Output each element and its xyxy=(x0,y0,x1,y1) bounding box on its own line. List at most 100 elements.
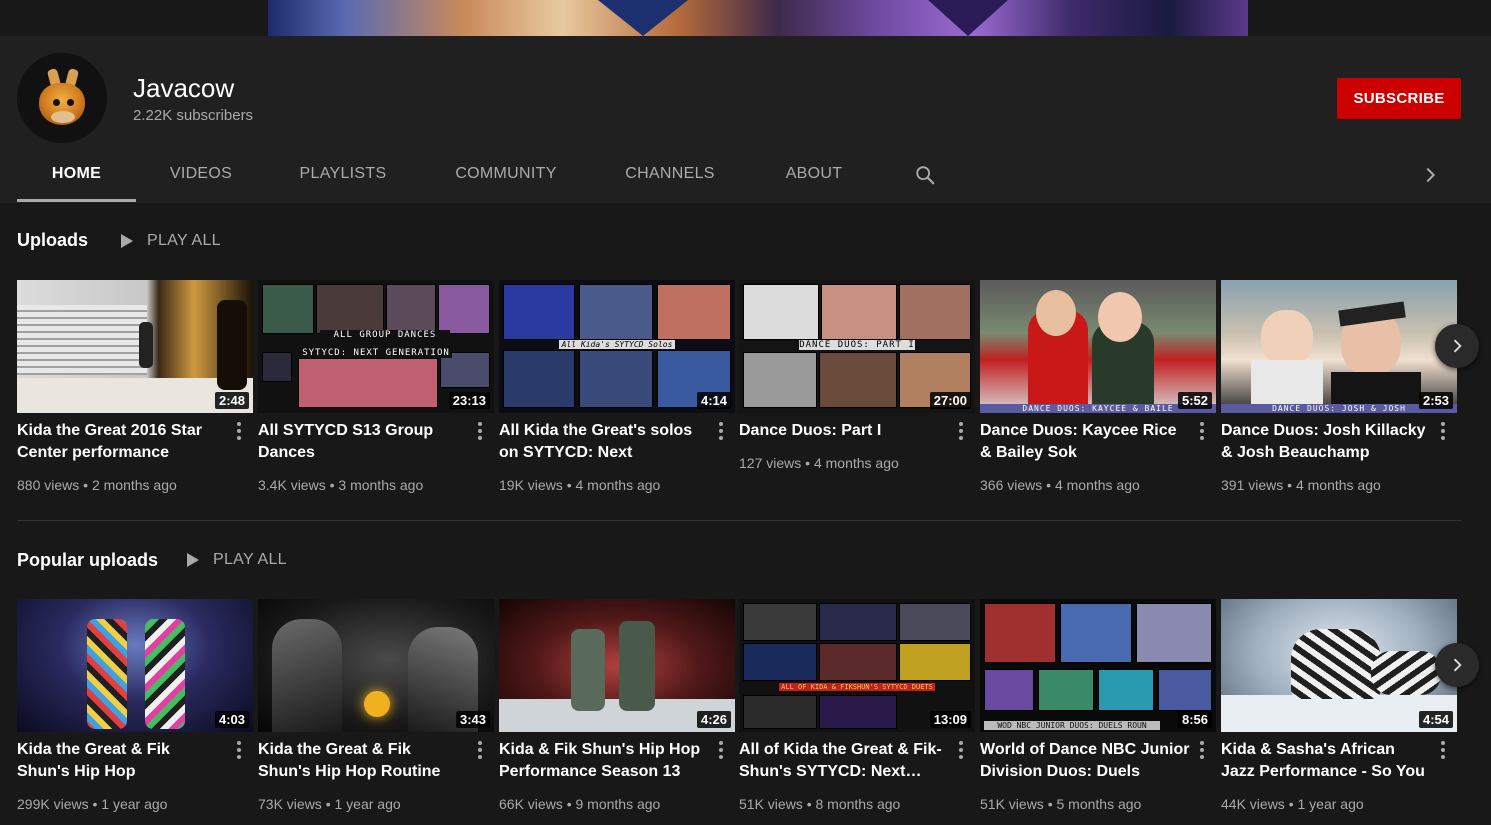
thumb-cell xyxy=(316,284,384,334)
avatar-eye xyxy=(67,99,74,106)
play-all-button[interactable]: PLAY ALL xyxy=(147,232,221,250)
play-icon[interactable] xyxy=(187,553,199,567)
video-card[interactable]: DANCE DUOS: PART I 27:00 Dance Duos: Par… xyxy=(739,280,975,510)
view-count: 391 views xyxy=(1221,477,1284,493)
video-card[interactable]: 4:54 Kida & Sasha's African Jazz Perform… xyxy=(1221,599,1457,825)
video-card[interactable]: ALL OF KIDA & FIKSHUN'S SYTYCD DUETS 13:… xyxy=(739,599,975,825)
thumb-caption: WOD NBC JUNIOR DUOS: DUELS ROUN xyxy=(984,721,1160,730)
video-thumbnail[interactable]: DANCE DUOS: KAYCEE & BAILE 5:52 xyxy=(980,280,1216,413)
channel-avatar[interactable] xyxy=(17,53,107,143)
video-thumbnail[interactable]: 3:43 xyxy=(258,599,494,732)
thumb-caption: DANCE DUOS: PART I xyxy=(799,340,915,350)
video-duration: 4:54 xyxy=(1418,711,1453,728)
video-title[interactable]: Kida the Great & Fik Shun's Hip Hop Perf… xyxy=(17,739,227,783)
video-thumbnail[interactable]: 4:03 xyxy=(17,599,253,732)
avatar-snout xyxy=(51,111,75,123)
more-vert-icon[interactable] xyxy=(719,422,723,440)
thumb-cell xyxy=(743,695,817,729)
video-title[interactable]: World of Dance NBC Junior Division Duos:… xyxy=(980,739,1190,783)
thumb-caption: ALL GROUP DANCES xyxy=(320,330,450,340)
video-meta: 366 views • 4 months ago xyxy=(980,477,1140,493)
more-vert-icon[interactable] xyxy=(237,741,241,759)
video-card[interactable]: DANCE DUOS: KAYCEE & BAILE 5:52 Dance Du… xyxy=(980,280,1216,510)
video-card[interactable]: WOD NBC JUNIOR DUOS: DUELS ROUN 8:56 Wor… xyxy=(980,599,1216,825)
more-vert-icon[interactable] xyxy=(1200,741,1204,759)
view-count: 880 views xyxy=(17,477,80,493)
video-title[interactable]: Dance Duos: Part I xyxy=(739,420,949,442)
video-title[interactable]: All Kida the Great's solos on SYTYCD: Ne… xyxy=(499,420,709,464)
video-thumbnail[interactable]: All Kida's SYTYCD Solos 4:14 xyxy=(499,280,735,413)
upload-age: 1 year ago xyxy=(334,796,401,812)
video-title[interactable]: Kida & Sasha's African Jazz Performance … xyxy=(1221,739,1431,783)
channel-header: Javacow 2.22K subscribers SUBSCRIBE HOME… xyxy=(0,36,1491,203)
thumb-caption: All Kida's SYTYCD Solos xyxy=(559,340,675,349)
video-meta: 391 views • 4 months ago xyxy=(1221,477,1381,493)
thumb-cell xyxy=(743,284,819,340)
avatar-eye xyxy=(53,99,60,106)
more-vert-icon[interactable] xyxy=(959,422,963,440)
thumb-cell xyxy=(819,695,897,729)
more-vert-icon[interactable] xyxy=(478,422,482,440)
search-icon[interactable] xyxy=(914,164,936,186)
video-card[interactable]: DANCE DUOS: JOSH & JOSH 2:53 Dance Duos:… xyxy=(1221,280,1457,510)
video-title[interactable]: Dance Duos: Kaycee Rice & Bailey Sok xyxy=(980,420,1190,464)
video-title[interactable]: Kida the Great 2016 Star Center performa… xyxy=(17,420,227,464)
tab-home[interactable]: HOME xyxy=(17,154,136,202)
thumb-cell xyxy=(262,284,314,334)
upload-age: 8 months ago xyxy=(815,796,901,812)
video-duration: 3:43 xyxy=(455,711,490,728)
subscriber-count: 2.22K subscribers xyxy=(133,107,254,124)
chevron-right-icon[interactable] xyxy=(1419,164,1441,186)
video-card[interactable]: 4:03 Kida the Great & Fik Shun's Hip Hop… xyxy=(17,599,253,825)
tab-playlists[interactable]: PLAYLISTS xyxy=(282,154,404,202)
tab-community[interactable]: COMMUNITY xyxy=(440,154,572,202)
video-thumbnail[interactable]: DANCE DUOS: JOSH & JOSH 2:53 xyxy=(1221,280,1457,413)
play-icon[interactable] xyxy=(121,234,133,248)
video-title[interactable]: All of Kida the Great & Fik-Shun's SYTYC… xyxy=(739,739,949,783)
video-duration: 4:14 xyxy=(696,392,731,409)
video-title[interactable]: Kida the Great & Fik Shun's Hip Hop Rout… xyxy=(258,739,468,783)
tab-channels[interactable]: CHANNELS xyxy=(609,154,731,202)
more-vert-icon[interactable] xyxy=(1441,741,1445,759)
video-meta: 51K views • 8 months ago xyxy=(739,796,901,812)
video-thumbnail[interactable]: 4:54 xyxy=(1221,599,1457,732)
video-duration: 2:48 xyxy=(214,392,249,409)
video-meta: 127 views • 4 months ago xyxy=(739,455,899,471)
video-duration: 8:56 xyxy=(1177,711,1212,728)
thumb-caption: ALL OF KIDA & FIKSHUN'S SYTYCD DUETS xyxy=(779,683,935,691)
video-title[interactable]: Dance Duos: Josh Killacky & Josh Beaucha… xyxy=(1221,420,1431,464)
video-card[interactable]: 3:43 Kida the Great & Fik Shun's Hip Hop… xyxy=(258,599,494,825)
video-thumbnail[interactable]: 2:48 xyxy=(17,280,253,413)
video-meta: 73K views • 1 year ago xyxy=(258,796,401,812)
tab-videos[interactable]: VIDEOS xyxy=(145,154,257,202)
row-next-button[interactable] xyxy=(1435,643,1479,687)
more-vert-icon[interactable] xyxy=(1200,422,1204,440)
play-all-button[interactable]: PLAY ALL xyxy=(213,551,287,569)
channel-banner xyxy=(0,0,1491,36)
video-card[interactable]: All Kida's SYTYCD Solos 4:14 All Kida th… xyxy=(499,280,735,510)
thumb-cell xyxy=(984,669,1034,711)
row-next-button[interactable] xyxy=(1435,324,1479,368)
video-thumbnail[interactable]: WOD NBC JUNIOR DUOS: DUELS ROUN 8:56 xyxy=(980,599,1216,732)
video-title[interactable]: Kida & Fik Shun's Hip Hop Performance Se… xyxy=(499,739,709,783)
video-title[interactable]: All SYTYCD S13 Group Dances xyxy=(258,420,468,464)
video-duration: 13:09 xyxy=(929,711,971,728)
thumb-cell xyxy=(1098,669,1154,711)
video-card[interactable]: 2:48 Kida the Great 2016 Star Center per… xyxy=(17,280,253,510)
tab-about[interactable]: ABOUT xyxy=(768,154,860,202)
video-thumbnail[interactable]: DANCE DUOS: PART I 27:00 xyxy=(739,280,975,413)
video-card[interactable]: 4:26 Kida & Fik Shun's Hip Hop Performan… xyxy=(499,599,735,825)
more-vert-icon[interactable] xyxy=(1441,422,1445,440)
more-vert-icon[interactable] xyxy=(478,741,482,759)
thumb-dancer xyxy=(87,619,127,729)
more-vert-icon[interactable] xyxy=(719,741,723,759)
more-vert-icon[interactable] xyxy=(959,741,963,759)
video-thumbnail[interactable]: ALL GROUP DANCES SYTYCD: NEXT GENERATION… xyxy=(258,280,494,413)
video-thumbnail[interactable]: 4:26 xyxy=(499,599,735,732)
thumb-dancer xyxy=(1371,651,1441,695)
video-card[interactable]: ALL GROUP DANCES SYTYCD: NEXT GENERATION… xyxy=(258,280,494,510)
video-thumbnail[interactable]: ALL OF KIDA & FIKSHUN'S SYTYCD DUETS 13:… xyxy=(739,599,975,732)
more-vert-icon[interactable] xyxy=(237,422,241,440)
subscribe-button[interactable]: SUBSCRIBE xyxy=(1337,78,1461,119)
video-meta: 66K views • 9 months ago xyxy=(499,796,661,812)
